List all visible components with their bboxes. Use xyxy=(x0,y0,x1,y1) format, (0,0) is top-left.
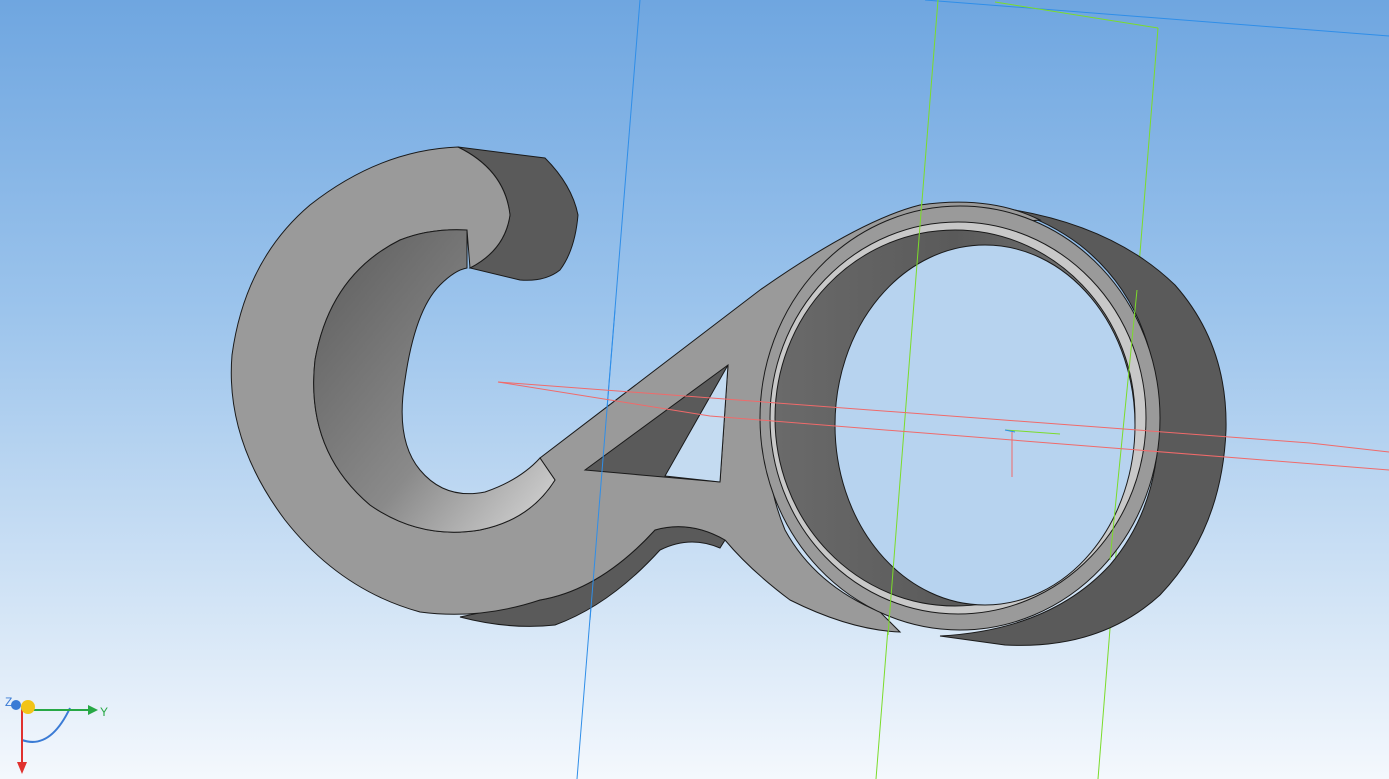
orientation-triad[interactable]: Z Y xyxy=(0,690,120,779)
model-scene[interactable] xyxy=(0,0,1389,779)
triad-x-arrow-icon xyxy=(17,762,27,774)
3d-viewport[interactable]: Z Y xyxy=(0,0,1389,779)
hook-part[interactable] xyxy=(230,146,1227,646)
green-plane-top-edge xyxy=(994,1,1159,29)
triad-y-arrow-icon xyxy=(88,705,98,715)
triad-origin-icon xyxy=(21,700,35,714)
triad-z-dot-icon xyxy=(11,700,21,710)
ring-hole xyxy=(834,244,1136,606)
triad-y-label: Y xyxy=(100,705,108,719)
triad-z-label: Z xyxy=(5,695,12,709)
blue-plane-top-edge xyxy=(924,0,1389,37)
